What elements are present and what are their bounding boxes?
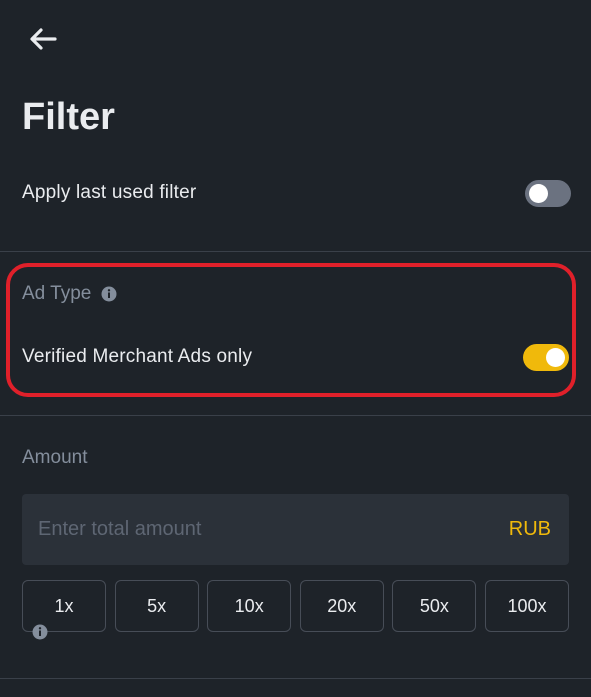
section-divider <box>0 678 591 679</box>
arrow-left-icon <box>30 28 57 50</box>
multiplier-chip-100x[interactable]: 100x <box>484 580 569 632</box>
back-button[interactable] <box>28 24 68 54</box>
verified-merchant-toggle[interactable] <box>523 343 569 371</box>
section-divider <box>0 415 591 416</box>
info-icon[interactable] <box>32 624 48 645</box>
multiplier-chip-5x[interactable]: 5x <box>114 580 199 632</box>
toggle-knob <box>546 347 565 367</box>
amount-input[interactable] <box>36 517 440 542</box>
toggle-knob <box>529 183 548 203</box>
multiplier-chip-10x[interactable]: 10x <box>207 580 292 632</box>
ad-type-label: Ad Type <box>22 283 92 304</box>
amount-label: Amount <box>22 447 88 468</box>
currency-label: RUB <box>508 518 551 540</box>
page-title: Filter <box>22 96 115 138</box>
apply-last-filter-toggle[interactable] <box>525 179 571 207</box>
apply-last-filter-label: Apply last used filter <box>22 182 197 203</box>
multiplier-chip-20x[interactable]: 20x <box>299 580 384 632</box>
amount-field[interactable]: RUB <box>22 494 569 565</box>
verified-merchant-label: Verified Merchant Ads only <box>22 346 253 367</box>
multiplier-chips: 1x 5x 10x 20x 50x 100x <box>22 580 569 632</box>
section-divider <box>0 251 591 252</box>
apply-last-filter-row: Apply last used filter <box>22 176 571 210</box>
info-icon[interactable] <box>101 286 117 302</box>
multiplier-chip-50x[interactable]: 50x <box>392 580 477 632</box>
verified-merchant-row: Verified Merchant Ads only <box>22 340 569 374</box>
ad-type-header: Ad Type <box>22 283 117 305</box>
